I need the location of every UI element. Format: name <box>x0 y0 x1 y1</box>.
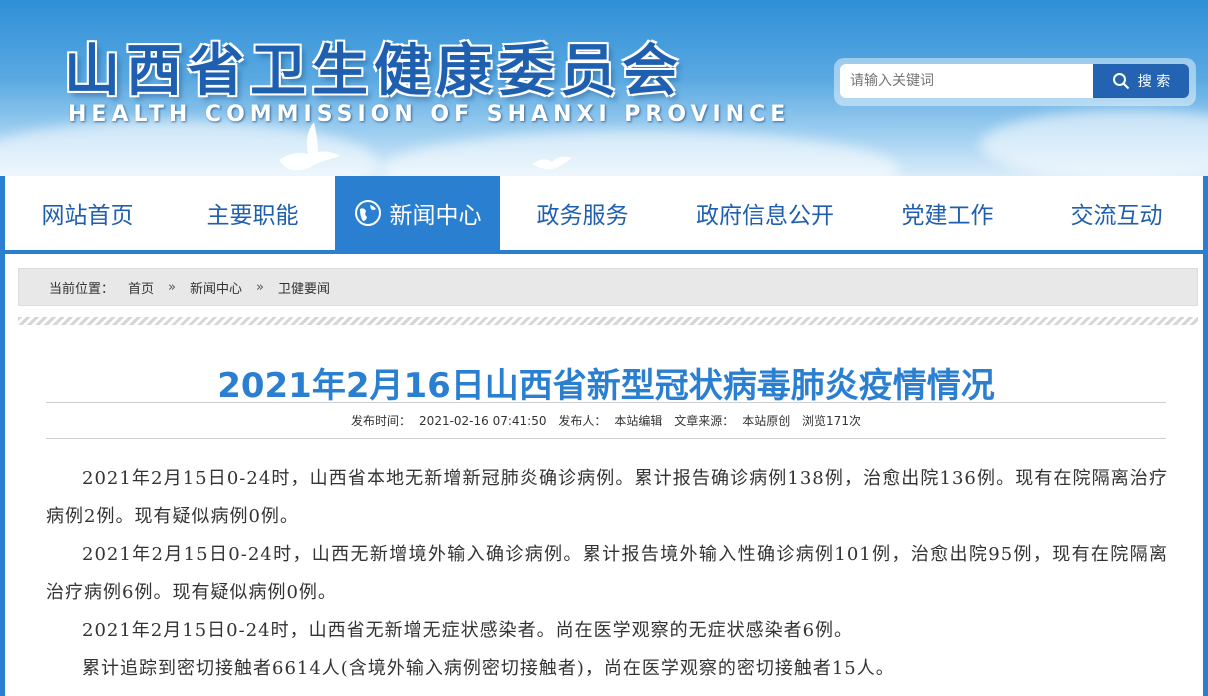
nav-item-party[interactable]: 党建工作 <box>865 176 1030 250</box>
breadcrumb-link-health-news[interactable]: 卫健要闻 <box>278 278 330 297</box>
publisher: 本站编辑 <box>614 414 663 428</box>
article-paragraph: 2021年2月15日0-24时，山西无新增境外输入确诊病例。累计报告境外输入性确… <box>46 544 1168 603</box>
left-border <box>0 176 5 696</box>
publish-time: 2021-02-16 07:41:50 <box>419 414 547 428</box>
publish-time-label: 发布时间： <box>351 414 412 428</box>
dove-icon <box>279 122 340 171</box>
search-button[interactable]: 搜 索 <box>1093 64 1189 98</box>
nav-item-services[interactable]: 政务服务 <box>500 176 665 250</box>
divider <box>46 402 1166 403</box>
article-paragraph: 2021年2月15日0-24时，山西省本地无新增新冠肺炎确诊病例。累计报告确诊病… <box>46 468 1168 527</box>
divider <box>46 438 1166 439</box>
breadcrumb-link-home[interactable]: 首页 <box>128 278 154 297</box>
divider <box>18 317 1198 325</box>
cloud-decoration <box>980 110 1208 176</box>
nav-item-news-label: 新闻中心 <box>389 203 482 229</box>
search-box: 搜 索 <box>834 58 1196 106</box>
nav-item-news[interactable]: 新闻中心 <box>335 176 500 250</box>
publisher-label: 发布人： <box>558 414 607 428</box>
nav-item-functions[interactable]: 主要职能 <box>170 176 335 250</box>
breadcrumb-prefix: 当前位置： <box>49 281 115 297</box>
site-title: 山西省卫生健康委员会 <box>64 39 684 104</box>
article-meta: 发布时间： 2021-02-16 07:41:50 发布人： 本站编辑 文章来源： 本… <box>46 412 1166 429</box>
article-body: 2021年2月15日0-24时，山西省本地无新增新冠肺炎确诊病例。累计报告确诊病… <box>46 460 1168 688</box>
view-count: 浏览171次 <box>802 414 861 428</box>
source-label: 文章来源： <box>674 414 735 428</box>
globe-icon <box>354 200 381 226</box>
site-subtitle: HEALTH COMMISSION OF SHANXI PROVINCE <box>68 102 791 127</box>
breadcrumb-separator: » <box>256 279 264 295</box>
nav-item-home[interactable]: 网站首页 <box>5 176 170 250</box>
breadcrumb-separator: » <box>168 279 176 295</box>
nav-item-gov-info[interactable]: 政府信息公开 <box>665 176 865 250</box>
search-input[interactable] <box>840 64 1093 98</box>
cloud-decoration <box>380 130 900 176</box>
dove-icon <box>532 156 572 170</box>
right-border <box>1203 176 1208 696</box>
article-title: 2021年2月16日山西省新型冠状病毒肺炎疫情情况 <box>217 366 995 406</box>
search-icon <box>1112 73 1129 90</box>
article-paragraph: 累计追踪到密切接触者6614人(含境外输入病例密切接触者)，尚在医学观察的密切接… <box>82 658 895 679</box>
breadcrumb-link-news[interactable]: 新闻中心 <box>190 278 242 297</box>
nav-item-interaction[interactable]: 交流互动 <box>1030 176 1203 250</box>
main-nav: 网站首页 主要职能 新闻中心 政务服务 政府信息公开 党建工作 交流互动 <box>5 176 1203 254</box>
article-paragraph: 2021年2月15日0-24时，山西省无新增无症状感染者。尚在医学观察的无症状感… <box>82 620 854 641</box>
breadcrumb: 当前位置： 首页 » 新闻中心 » 卫健要闻 <box>18 268 1198 306</box>
site-header: 山西省卫生健康委员会 HEALTH COMMISSION OF SHANXI P… <box>0 0 1208 176</box>
search-button-label: 搜 索 <box>1137 74 1171 90</box>
source: 本站原创 <box>742 414 791 428</box>
